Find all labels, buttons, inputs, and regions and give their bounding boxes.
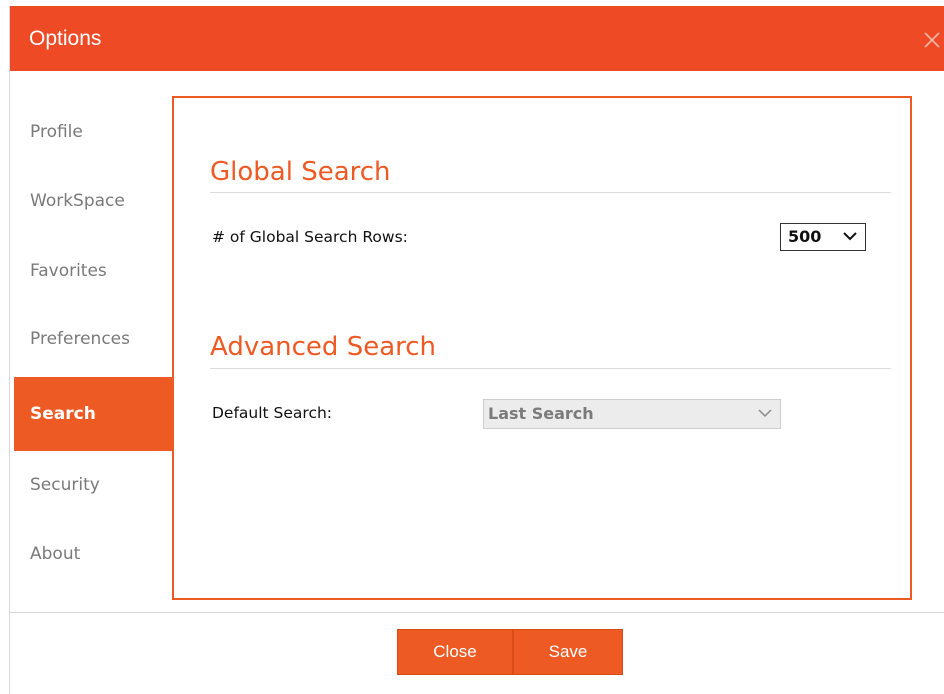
sidebar-item-search[interactable]: Search [14, 377, 172, 451]
sidebar-item-preferences[interactable]: Preferences [14, 302, 172, 376]
sidebar-item-label: Security [30, 475, 100, 495]
global-search-rows-label: # of Global Search Rows: [212, 228, 408, 246]
close-button[interactable]: Close [397, 629, 513, 675]
section-divider [210, 368, 891, 369]
search-settings-panel: Global Search # of Global Search Rows: 5… [172, 96, 912, 600]
global-search-heading: Global Search [210, 157, 391, 187]
close-icon[interactable] [921, 29, 943, 51]
close-button-label: Close [433, 642, 477, 661]
default-search-label: Default Search: [212, 404, 333, 422]
sidebar-item-label: Search [30, 404, 96, 424]
select-value: 500 [788, 227, 822, 246]
footer-divider [10, 612, 944, 613]
dialog-title: Options [29, 27, 102, 50]
dialog-titlebar: Options [10, 6, 944, 71]
sidebar-item-label: Profile [30, 122, 83, 142]
sidebar-item-workspace[interactable]: WorkSpace [14, 164, 172, 238]
chevron-down-icon [758, 409, 772, 418]
save-button[interactable]: Save [513, 629, 623, 675]
sidebar-item-profile[interactable]: Profile [14, 95, 172, 169]
options-dialog: Options Profile WorkSpace Favorites Pref… [9, 6, 944, 694]
sidebar-item-label: WorkSpace [30, 191, 125, 211]
sidebar-item-favorites[interactable]: Favorites [14, 234, 172, 308]
section-divider [210, 192, 891, 193]
sidebar-item-label: About [30, 544, 81, 564]
default-search-select[interactable]: Last Search [483, 399, 781, 429]
save-button-label: Save [548, 642, 588, 661]
sidebar-item-about[interactable]: About [14, 517, 172, 591]
chevron-down-icon [843, 232, 857, 241]
sidebar-item-security[interactable]: Security [14, 448, 172, 522]
select-value: Last Search [488, 404, 594, 423]
global-search-rows-select[interactable]: 500 [780, 223, 866, 251]
sidebar-item-label: Favorites [30, 261, 107, 281]
sidebar-item-label: Preferences [30, 329, 130, 349]
advanced-search-heading: Advanced Search [210, 332, 437, 362]
